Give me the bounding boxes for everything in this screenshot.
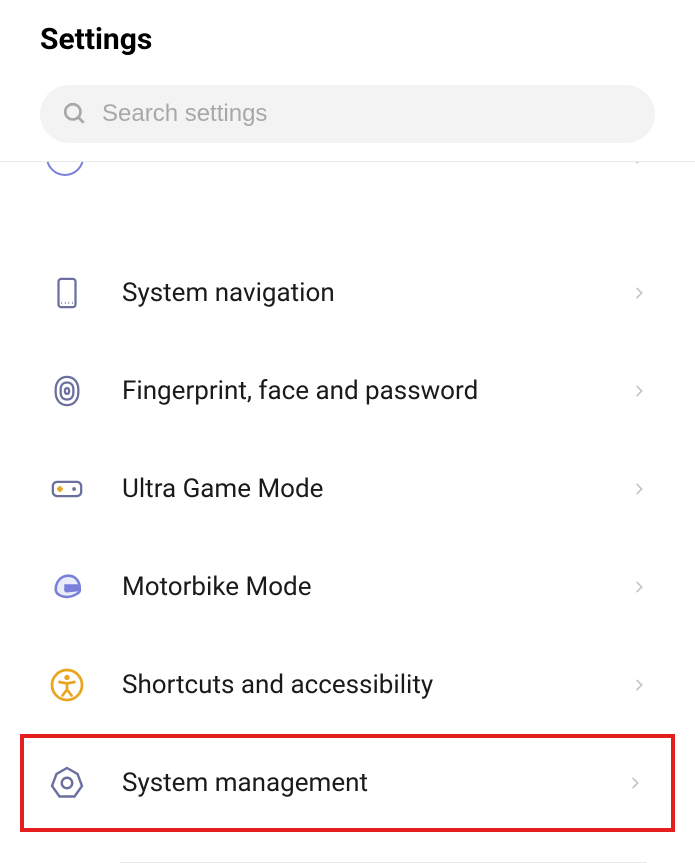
page-title: Settings <box>40 22 655 57</box>
gamepad-icon <box>48 470 86 508</box>
chevron-right-icon <box>631 677 647 693</box>
chevron-right-icon <box>631 162 647 166</box>
item-label: Ultra Game Mode <box>122 474 631 504</box>
partial-clipped-item <box>0 162 695 190</box>
gear-icon <box>48 764 86 802</box>
settings-item-shortcuts-accessibility[interactable]: Shortcuts and accessibility <box>0 636 695 734</box>
search-box[interactable] <box>40 85 655 143</box>
item-label: System navigation <box>122 278 631 308</box>
item-label: Motorbike Mode <box>122 572 631 602</box>
chevron-right-icon <box>631 481 647 497</box>
chevron-right-icon <box>631 579 647 595</box>
item-label: System management <box>122 768 627 798</box>
phone-nav-icon <box>48 274 86 312</box>
settings-item-fingerprint[interactable]: Fingerprint, face and password <box>0 342 695 440</box>
chevron-right-icon <box>631 285 647 301</box>
accessibility-icon <box>48 666 86 704</box>
fingerprint-icon <box>48 372 86 410</box>
helmet-icon <box>48 568 86 606</box>
partial-icon <box>46 162 84 176</box>
search-container <box>0 73 695 161</box>
settings-list: System navigation Fingerprint, face and … <box>0 190 695 863</box>
settings-item-ultra-game-mode[interactable]: Ultra Game Mode <box>0 440 695 538</box>
header: Settings <box>0 0 695 73</box>
settings-item-motorbike-mode[interactable]: Motorbike Mode <box>0 538 695 636</box>
search-input[interactable] <box>102 100 633 128</box>
search-icon <box>62 101 88 127</box>
settings-item-system-navigation[interactable]: System navigation <box>0 244 695 342</box>
settings-item-system-management[interactable]: System management <box>20 734 675 832</box>
item-label: Shortcuts and accessibility <box>122 670 631 700</box>
item-label: Fingerprint, face and password <box>122 376 631 406</box>
chevron-right-icon <box>631 383 647 399</box>
chevron-right-icon <box>627 775 643 791</box>
